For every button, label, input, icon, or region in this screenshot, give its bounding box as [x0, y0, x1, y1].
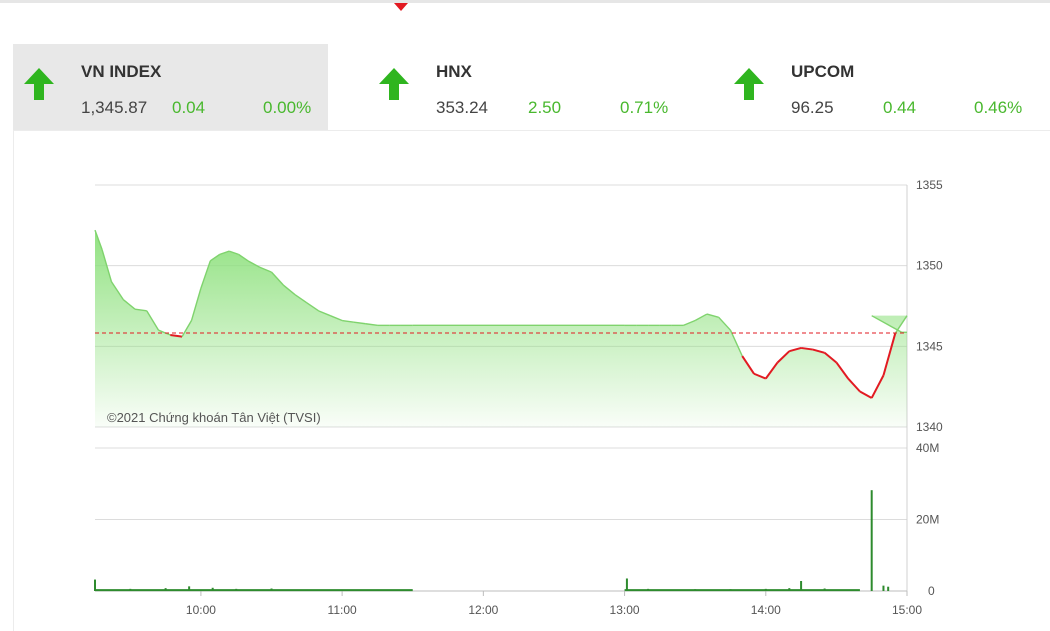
x-tick-label: 11:00 — [328, 603, 357, 617]
volume-bar — [800, 580, 803, 591]
volume-bar — [887, 586, 890, 591]
x-tick-label: 15:00 — [892, 603, 922, 617]
chart-annotation: ©2021 Chứng khoán Tân Việt (TVSI) — [107, 410, 321, 425]
volume-bar — [94, 579, 96, 591]
x-tick-label: 13:00 — [610, 603, 640, 617]
x-tick-label: 12:00 — [468, 603, 498, 617]
volume-bar — [694, 589, 697, 591]
volume-bar — [823, 588, 826, 591]
volume-bar — [882, 585, 885, 591]
price-y-tick-label: 1340 — [916, 420, 943, 434]
price-area-fill — [95, 230, 907, 427]
vnindex-intraday-chart: 1340 1345 1350 1355 0 20M 40M 10:00 11:00 12:00 13… — [94, 178, 943, 617]
volume-bar — [409, 589, 412, 591]
volume-bar — [235, 588, 238, 591]
volume-bar — [341, 589, 344, 591]
volume-bar — [305, 589, 308, 591]
x-tick-label: 14:00 — [751, 603, 781, 617]
volume-bar — [376, 589, 379, 591]
price-y-tick-label: 1355 — [916, 178, 943, 192]
volume-bar — [647, 588, 650, 591]
volume-y-tick-label: 20M — [916, 513, 939, 527]
volume-bar — [270, 588, 273, 591]
volume-bar — [129, 588, 132, 591]
x-tick-label: 10:00 — [186, 603, 216, 617]
volume-y-tick-label: 40M — [916, 441, 939, 455]
price-y-tick-label: 1350 — [916, 259, 943, 273]
price-y-tick-label: 1345 — [916, 339, 943, 353]
volume-bar — [625, 578, 628, 591]
volume-bar — [211, 587, 214, 591]
volume-bar — [764, 588, 767, 591]
volume-bar — [729, 589, 732, 591]
volume-y-tick-label: 0 — [928, 584, 935, 598]
volume-bar — [788, 588, 791, 591]
volume-bar — [188, 586, 191, 591]
volume-bar — [164, 588, 167, 591]
volume-bar — [870, 490, 873, 591]
